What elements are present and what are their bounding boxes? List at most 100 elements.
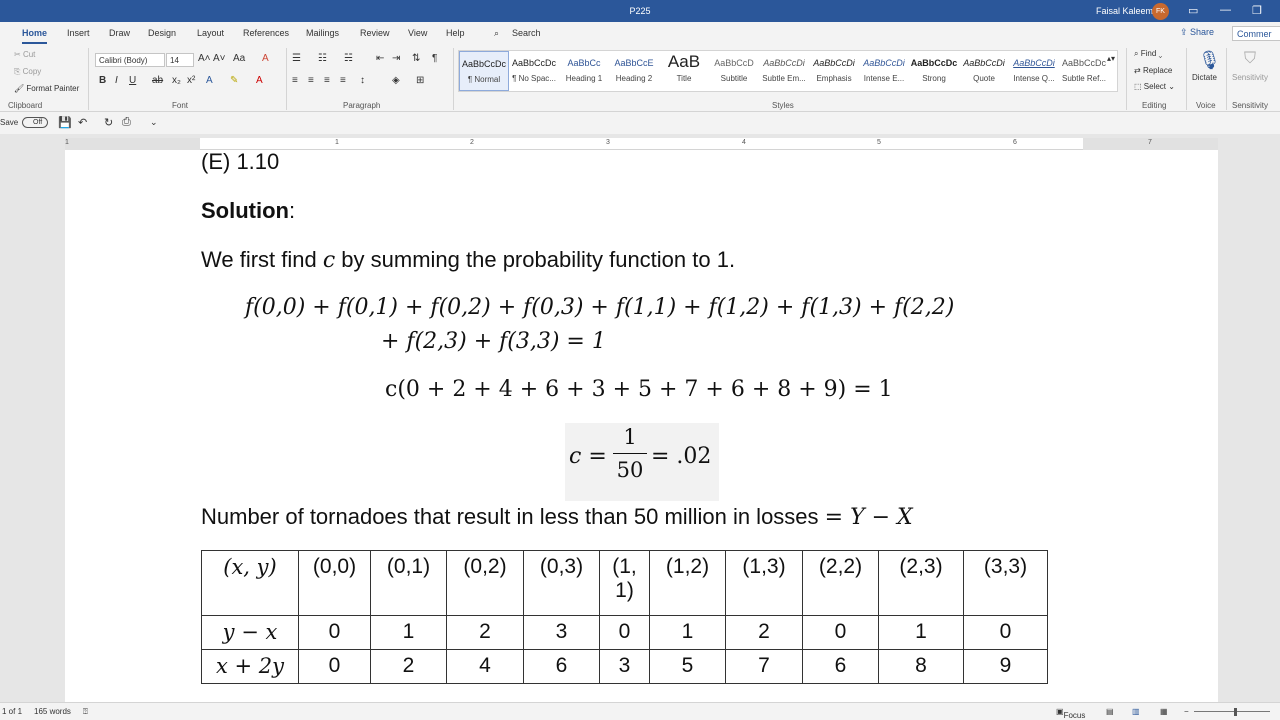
user-name[interactable]: Faisal Kaleem [1096,6,1153,16]
style-strong[interactable]: AaBbCcDc Strong [909,51,959,91]
numbering-icon[interactable]: ☷ [318,53,327,64]
share-button[interactable]: ⇪ Share [1180,27,1214,38]
sensitivity-icon[interactable]: ⛉ [1244,50,1256,68]
avatar[interactable]: FK [1152,3,1169,20]
grow-font-icon[interactable]: A˄ [198,53,211,64]
format-painter-button[interactable]: 🖌 Format Painter [14,84,79,93]
proofing-icon[interactable]: ⍰ [83,707,88,717]
equation-sum-line-1: f(0,0) + f(0,1) + f(0,2) + f(0,3) + f(1,… [245,295,955,320]
restore-icon[interactable]: ❐ [1252,4,1262,17]
superscript-button[interactable]: x² [187,75,195,86]
tab-draw[interactable]: Draw [109,28,130,38]
subscript-button[interactable]: x₂ [172,75,181,86]
search-icon[interactable]: ⌕ [494,28,499,39]
table-cell: 2 [725,615,803,650]
align-right-icon[interactable]: ≡ [324,75,330,86]
styles-scroll-icon[interactable]: ▴▾ [1107,54,1115,63]
font-size-select[interactable]: 14 [166,53,194,67]
style-title[interactable]: AaB Title [659,51,709,91]
tab-insert[interactable]: Insert [67,28,90,38]
style-sample: AaBbCcDi [1013,58,1055,68]
tab-home[interactable]: Home [22,28,48,44]
bullets-icon[interactable]: ☰ [292,53,301,64]
justify-icon[interactable]: ≡ [340,75,346,86]
tab-help[interactable]: Help [446,28,465,38]
highlight-icon[interactable]: ✎ [230,75,238,86]
style-subtle-reference[interactable]: AaBbCcDc Subtle Ref... [1059,51,1109,91]
autosave-toggle[interactable]: Off [22,117,48,128]
style-intense-quote[interactable]: AaBbCcDi Intense Q... [1009,51,1059,91]
zoom-slider[interactable] [1194,711,1270,712]
font-color-icon[interactable]: A [256,75,263,86]
style-subtitle[interactable]: AaBbCcD Subtitle [709,51,759,91]
comments-button[interactable]: Commer [1232,26,1280,41]
align-center-icon[interactable]: ≡ [308,75,314,86]
web-layout-icon[interactable]: ▦ [1160,707,1168,716]
minimize-icon[interactable]: — [1220,4,1231,16]
microphone-icon[interactable]: 🎙 [1198,50,1221,71]
style-normal[interactable]: AaBbCcDc ¶ Normal [459,51,509,91]
line-spacing-icon[interactable]: ↕ [360,75,365,86]
style-subtle-emphasis[interactable]: AaBbCcDi Subtle Em... [759,51,809,91]
document-page[interactable]: (E) 1.10 Solution: We first find c by su… [65,150,1218,702]
print-preview-icon[interactable]: ⎙ [122,116,131,129]
strikethrough-button[interactable]: ab [152,75,163,86]
tab-layout[interactable]: Layout [197,28,224,38]
tab-view[interactable]: View [408,28,427,38]
style-no-spacing[interactable]: AaBbCcDc ¶ No Spac... [509,51,559,91]
save-icon[interactable]: 💾 [58,116,72,129]
italic-button[interactable]: I [115,75,118,86]
tab-references[interactable]: References [243,28,289,38]
replace-button[interactable]: ⇄ Replace [1134,66,1172,75]
bold-button[interactable]: B [99,75,106,86]
increase-indent-icon[interactable]: ⇥ [392,53,400,64]
style-sample: AaBbCcDi [763,58,805,68]
table-cell: (x, y) [201,550,299,616]
decrease-indent-icon[interactable]: ⇤ [376,53,384,64]
zoom-out-icon[interactable]: − [1184,707,1189,716]
word-count[interactable]: 165 words [34,707,71,716]
style-sample: AaBbCcDi [813,58,855,68]
find-button[interactable]: ⌕ Find ⌄ [1134,49,1162,59]
dictate-button[interactable]: Dictate [1192,73,1217,82]
table-cell: 3 [523,615,600,650]
style-intense-emphasis[interactable]: AaBbCcDi Intense E... [859,51,909,91]
search-box[interactable]: Search [512,28,541,38]
ribbon-display-icon[interactable]: ▭ [1188,4,1198,17]
status-bar: 1 of 1 165 words ⍰ ▣ Focus ▤ ▥ ▦ − [0,702,1280,720]
borders-icon[interactable]: ⊞ [416,75,424,86]
underline-button[interactable]: U [129,75,136,86]
customize-qat-icon[interactable]: ⌄ [150,117,158,128]
read-mode-icon[interactable]: ▤ [1106,707,1114,716]
table-cell: (0,1) [370,550,447,616]
shading-icon[interactable]: ◈ [392,75,400,86]
redo-icon[interactable]: ↻ [104,116,113,129]
style-heading-2[interactable]: AaBbCcE Heading 2 [609,51,659,91]
horizontal-ruler[interactable]: 1 1 2 3 4 5 6 7 [65,138,1218,150]
print-layout-icon[interactable]: ▥ [1132,707,1140,716]
font-name-select[interactable]: Calibri (Body) [95,53,165,67]
text-effects-icon[interactable]: A [206,75,213,86]
tab-review[interactable]: Review [360,28,390,38]
style-emphasis[interactable]: AaBbCcDi Emphasis [809,51,859,91]
page-count[interactable]: 1 of 1 [2,707,22,716]
zoom-slider-thumb[interactable] [1234,708,1237,716]
tab-mailings[interactable]: Mailings [306,28,339,38]
undo-icon[interactable]: ↶ [78,116,87,129]
copy-button[interactable]: ⎘ Copy [14,67,41,77]
multilevel-list-icon[interactable]: ☵ [344,53,353,64]
sort-icon[interactable]: ⇅ [412,53,420,64]
select-button[interactable]: ⬚ Select ⌄ [1134,82,1175,91]
tab-design[interactable]: Design [148,28,176,38]
show-formatting-icon[interactable]: ¶ [432,53,437,64]
shrink-font-icon[interactable]: A˅ [213,53,226,64]
change-case-icon[interactable]: Aa [233,53,245,64]
focus-button[interactable]: ▣ Focus [1056,707,1085,720]
align-left-icon[interactable]: ≡ [292,75,298,86]
style-name: Emphasis [816,74,852,83]
style-quote[interactable]: AaBbCcDi Quote [959,51,1009,91]
cut-button[interactable]: ✂ Cut [14,50,35,59]
clear-formatting-icon[interactable]: A [262,53,269,64]
style-heading-1[interactable]: AaBbCc Heading 1 [559,51,609,91]
sensitivity-button[interactable]: Sensitivity [1232,73,1268,82]
